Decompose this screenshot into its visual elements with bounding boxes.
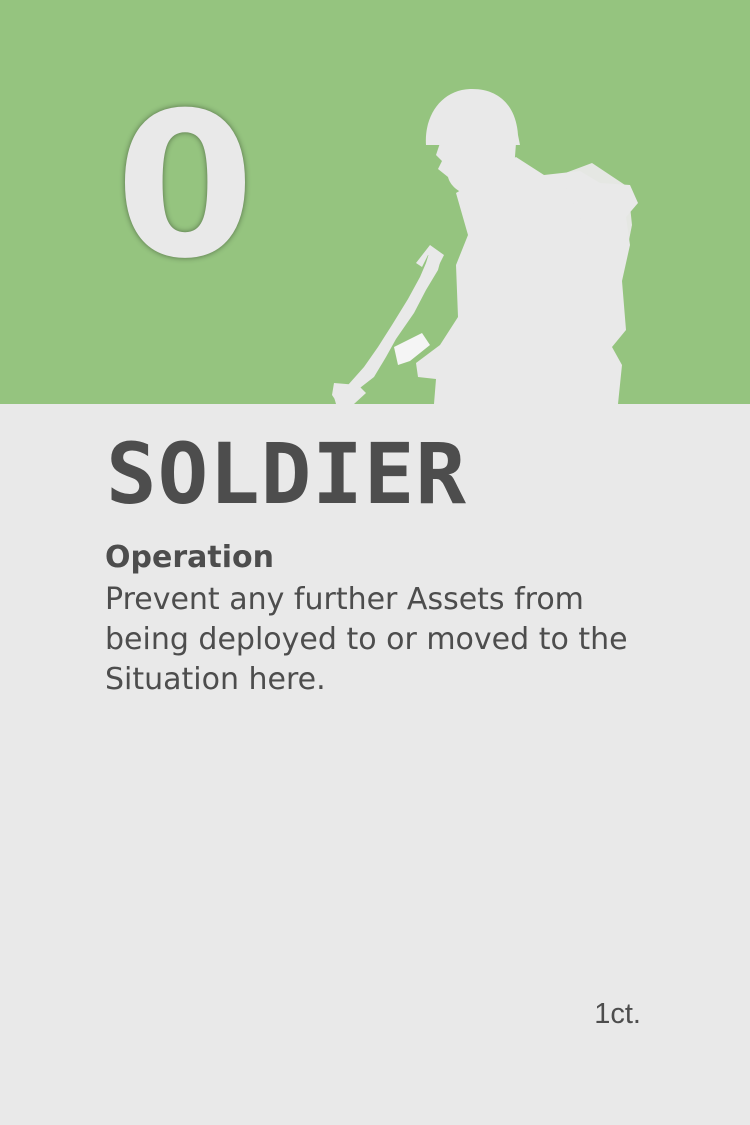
card-count: 1ct. — [594, 998, 641, 1030]
cost-value: 0 — [115, 70, 255, 303]
ability-name: Operation — [105, 540, 274, 575]
soldier-silhouette-icon — [332, 88, 638, 404]
card: 0 SOLDIER Operation Prevent any further … — [0, 0, 750, 1125]
card-title: SOLDIER — [106, 425, 468, 523]
card-header: 0 — [0, 0, 750, 404]
ability-text: Prevent any further Assets from being de… — [105, 582, 628, 697]
